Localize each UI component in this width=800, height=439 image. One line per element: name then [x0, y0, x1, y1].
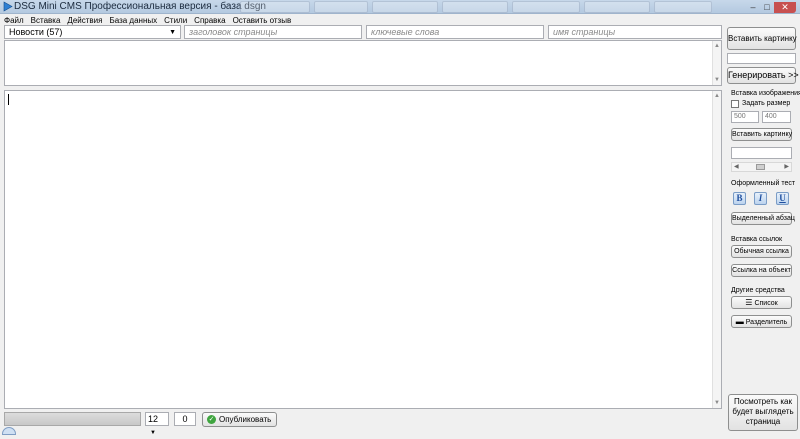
category-value: Новости (57)	[9, 27, 63, 37]
chevron-down-icon: ▼	[150, 430, 156, 436]
text-caret	[8, 94, 9, 105]
horizontal-scrollbar[interactable]: ◀ ▶	[731, 162, 792, 172]
editor-scrollbar[interactable]: ▲ ▼	[712, 91, 721, 408]
image-url-field[interactable]	[731, 147, 792, 159]
counter-field[interactable]: 0	[174, 412, 196, 426]
insert-image-button[interactable]: Вставить картинку	[727, 27, 797, 50]
list-icon: ☰	[745, 298, 753, 307]
window-controls: – □ ✕	[746, 1, 796, 13]
checkmark-icon: ✓	[207, 415, 216, 425]
maximize-icon[interactable]: □	[760, 2, 774, 13]
publish-button[interactable]: ✓ Опубликовать	[202, 412, 277, 427]
plain-link-button[interactable]: Обычная ссылка	[731, 245, 792, 258]
background-taskbar-tab	[240, 1, 310, 13]
minimize-icon[interactable]: –	[746, 2, 760, 13]
description-scrollbar[interactable]: ▲ ▼	[712, 41, 721, 85]
object-link-button[interactable]: Ссылка на объект	[731, 264, 792, 277]
publish-label: Опубликовать	[219, 415, 272, 424]
image-height-input[interactable]: 400	[762, 111, 791, 123]
background-taskbar-tab	[442, 1, 508, 13]
highlight-paragraph-button[interactable]: Выделенный абзац	[731, 212, 795, 225]
font-size-value: 12	[148, 414, 159, 424]
scroll-up-icon[interactable]: ▲	[713, 92, 721, 100]
background-taskbar-tab	[584, 1, 650, 13]
background-taskbar-tab	[314, 1, 368, 13]
menu-bar: Файл Вставка Действия База данных Стили Справ…	[0, 14, 800, 25]
set-size-label: Задать размер	[742, 100, 791, 107]
content-editor[interactable]: ▲ ▼	[4, 90, 722, 409]
list-label: Список	[754, 300, 778, 307]
divider-icon: ▬	[735, 317, 744, 326]
close-icon[interactable]: ✕	[774, 2, 796, 13]
italic-button[interactable]: I	[754, 192, 767, 205]
keywords-input[interactable]	[366, 25, 544, 39]
preview-page-button[interactable]: Посмотреть как будет выглядеть страница	[728, 394, 798, 431]
scroll-down-icon[interactable]: ▼	[713, 76, 721, 84]
format-section-label: Оформленный тест	[731, 180, 796, 187]
divider-button[interactable]: ▬ Разделитель	[731, 315, 792, 328]
set-size-checkbox[interactable]	[731, 100, 739, 108]
divider-label: Разделитель	[745, 319, 788, 326]
list-button[interactable]: ☰ Список	[731, 296, 792, 309]
scrollbar-thumb[interactable]	[756, 164, 765, 170]
scroll-right-icon[interactable]: ▶	[784, 163, 789, 171]
page-name-input[interactable]	[548, 25, 722, 39]
scroll-down-icon[interactable]: ▼	[713, 399, 721, 407]
tools-panel: Вставить картинку Генерировать >> Вставк…	[726, 25, 800, 432]
font-size-select[interactable]: 12 ▼	[145, 412, 169, 436]
image-section-label: Вставка изображения	[731, 90, 800, 97]
category-select[interactable]: Новости (57) ▼	[4, 25, 181, 39]
background-taskbar-tab	[512, 1, 580, 13]
scroll-up-icon[interactable]: ▲	[713, 42, 721, 50]
links-section-label: Вставка ссылок	[731, 236, 783, 243]
generate-button[interactable]: Генерировать >>	[727, 67, 799, 84]
background-taskbar-tab	[654, 1, 712, 13]
underline-button[interactable]: U	[776, 192, 789, 205]
other-tools-label: Другие средства	[731, 287, 785, 294]
chevron-down-icon: ▼	[169, 29, 176, 36]
app-icon	[3, 1, 13, 12]
insert-image-button-2[interactable]: Вставить картинку	[731, 128, 792, 141]
bold-button[interactable]: B	[733, 192, 746, 205]
start-orb-icon	[2, 427, 16, 435]
image-width-input[interactable]: 500	[731, 111, 759, 123]
title-bar: DSG Mini CMS Профессиональная версия - б…	[0, 0, 800, 14]
background-taskbar-tab	[372, 1, 438, 13]
scroll-left-icon[interactable]: ◀	[734, 163, 739, 171]
progress-bar	[4, 412, 141, 426]
description-textarea[interactable]: ▲ ▼	[4, 40, 722, 86]
window-title: DSG Mini CMS Профессиональная версия - б…	[14, 1, 266, 12]
page-title-input[interactable]	[184, 25, 362, 39]
image-path-field[interactable]	[727, 53, 796, 64]
